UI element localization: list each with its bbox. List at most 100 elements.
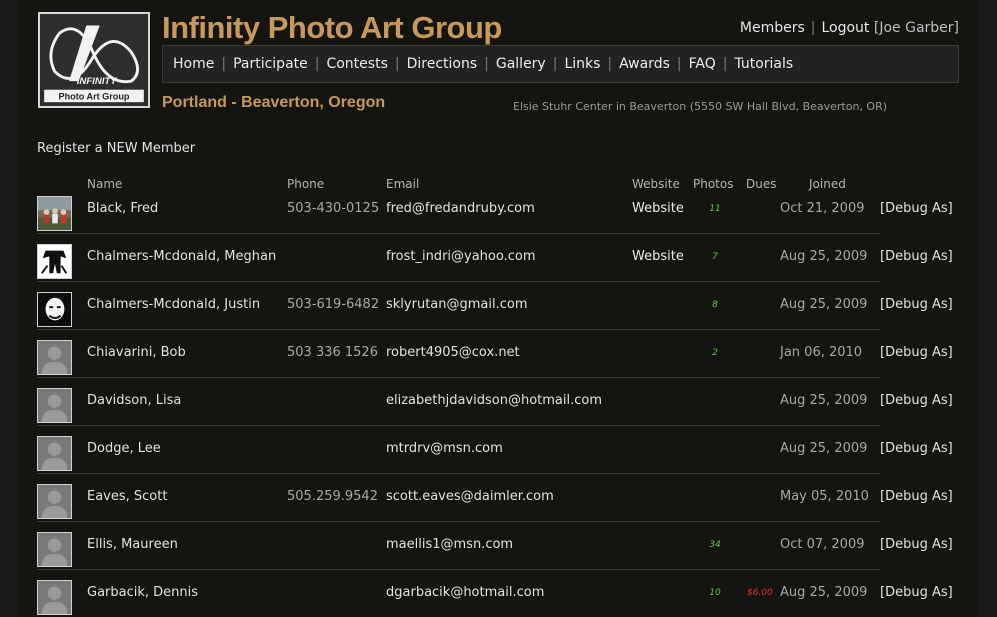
table-row: Black, Fred 503-430-0125 fred@fredandrub… — [37, 186, 953, 234]
member-email[interactable]: elizabethjdavidson@hotmail.com — [386, 393, 602, 408]
photo-family-icon — [38, 197, 71, 230]
nav-home[interactable]: Home — [173, 56, 214, 72]
member-email[interactable]: fred@fredandruby.com — [386, 201, 535, 216]
member-phone: 503-619-6482 — [287, 297, 380, 312]
member-avatar[interactable] — [37, 292, 72, 327]
member-avatar[interactable] — [37, 532, 72, 567]
nav-participate[interactable]: Participate — [233, 56, 308, 72]
debug-as-link[interactable]: [Debug As] — [880, 585, 953, 600]
member-joined-date: May 05, 2010 — [780, 489, 869, 504]
nav-separator: | — [484, 56, 489, 72]
location-heading: Portland - Beaverton, Oregon — [162, 94, 386, 111]
nav-contests[interactable]: Contests — [326, 56, 387, 72]
table-row: Eaves, Scott 505.259.9542 scott.eaves@da… — [37, 474, 953, 522]
default-avatar-icon — [38, 581, 71, 614]
svg-text:Photo Art Group: Photo Art Group — [59, 91, 130, 101]
debug-as-link[interactable]: [Debug As] — [880, 249, 953, 264]
table-row: Chalmers-Mcdonald, Justin 503-619-6482 s… — [37, 282, 953, 330]
member-photo-count[interactable]: 7 — [705, 252, 725, 262]
table-row: Dodge, Lee mtrdrv@msn.com Aug 25, 2009 [… — [37, 426, 953, 474]
table-row: Ellis, Maureen maellis1@msn.com 34 Oct 0… — [37, 522, 953, 570]
nav-separator: | — [552, 56, 558, 72]
member-name[interactable]: Dodge, Lee — [87, 441, 161, 456]
register-member-link[interactable]: Register a NEW Member — [37, 141, 195, 156]
logout-link[interactable]: Logout — [821, 20, 869, 36]
table-row: Garbacik, Dennis dgarbacik@hotmail.com 1… — [37, 570, 953, 617]
member-name[interactable]: Garbacik, Dennis — [87, 585, 198, 600]
member-photo-count[interactable]: 11 — [705, 204, 725, 214]
nav-separator: | — [722, 56, 728, 72]
nav-separator: | — [810, 20, 816, 36]
nav-faq[interactable]: FAQ — [689, 56, 716, 72]
nav-gallery[interactable]: Gallery — [496, 56, 546, 72]
table-row: Chiavarini, Bob 503 336 1526 robert4905@… — [37, 330, 953, 378]
debug-as-link[interactable]: [Debug As] — [880, 489, 953, 504]
debug-as-link[interactable]: [Debug As] — [880, 537, 953, 552]
default-avatar-icon — [38, 389, 71, 422]
debug-as-link[interactable]: [Debug As] — [880, 345, 953, 360]
default-avatar-icon — [38, 485, 71, 518]
member-email[interactable]: scott.eaves@daimler.com — [386, 489, 554, 504]
nav-separator: | — [676, 56, 682, 72]
svg-text:INFINITY: INFINITY — [77, 76, 119, 87]
site-logo[interactable]: INFINITY Photo Art Group — [38, 12, 150, 108]
member-avatar[interactable] — [37, 436, 72, 471]
debug-as-link[interactable]: [Debug As] — [880, 297, 953, 312]
member-email[interactable]: sklyrutan@gmail.com — [386, 297, 528, 312]
member-avatar[interactable] — [37, 196, 72, 231]
member-name[interactable]: Chalmers-Mcdonald, Justin — [87, 297, 260, 312]
member-photo-count[interactable]: 10 — [705, 588, 725, 598]
nav-awards[interactable]: Awards — [619, 56, 670, 72]
member-phone: 503-430-0125 — [287, 201, 380, 216]
member-dues: $6.00 — [747, 588, 773, 598]
infinity-logo-icon: INFINITY Photo Art Group — [40, 14, 148, 106]
nav-separator: | — [607, 56, 613, 72]
member-avatar[interactable] — [37, 244, 72, 279]
member-name[interactable]: Chiavarini, Bob — [87, 345, 186, 360]
member-joined-date: Aug 25, 2009 — [780, 249, 868, 264]
member-website-link[interactable]: Website — [632, 249, 684, 264]
member-avatar[interactable] — [37, 484, 72, 519]
member-email[interactable]: maellis1@msn.com — [386, 537, 513, 552]
member-photo-count[interactable]: 34 — [705, 540, 725, 550]
nav-tutorials[interactable]: Tutorials — [734, 56, 793, 72]
member-website-link[interactable]: Website — [632, 201, 684, 216]
member-email[interactable]: dgarbacik@hotmail.com — [386, 585, 544, 600]
member-name[interactable]: Eaves, Scott — [87, 489, 167, 504]
member-joined-date: Aug 25, 2009 — [780, 297, 868, 312]
members-link[interactable]: Members — [740, 20, 805, 36]
member-name[interactable]: Ellis, Maureen — [87, 537, 178, 552]
current-user-label: [Joe Garber] — [873, 20, 959, 36]
member-avatar[interactable] — [37, 388, 72, 423]
member-joined-date: Aug 25, 2009 — [780, 441, 868, 456]
member-phone: 505.259.9542 — [287, 489, 378, 504]
member-email[interactable]: mtrdrv@msn.com — [386, 441, 503, 456]
member-name[interactable]: Chalmers-Mcdonald, Meghan — [87, 249, 276, 264]
member-joined-date: Oct 21, 2009 — [780, 201, 865, 216]
member-photo-count[interactable]: 8 — [705, 300, 725, 310]
venue-address: Elsie Stuhr Center in Beaverton (5550 SW… — [513, 100, 888, 113]
nav-directions[interactable]: Directions — [407, 56, 478, 72]
page: INFINITY Photo Art Group Infinity Photo … — [17, 0, 979, 617]
photo-bw-face-icon — [38, 293, 71, 326]
member-joined-date: Aug 25, 2009 — [780, 393, 868, 408]
photo-bw-figure-icon — [38, 245, 71, 278]
member-name[interactable]: Davidson, Lisa — [87, 393, 181, 408]
default-avatar-icon — [38, 437, 71, 470]
default-avatar-icon — [38, 341, 71, 374]
member-joined-date: Oct 07, 2009 — [780, 537, 865, 552]
member-avatar[interactable] — [37, 580, 72, 615]
nav-links[interactable]: Links — [564, 56, 600, 72]
default-avatar-icon — [38, 533, 71, 566]
member-avatar[interactable] — [37, 340, 72, 375]
member-email[interactable]: frost_indri@yahoo.com — [386, 249, 536, 264]
user-nav: Members | Logout [Joe Garber] — [740, 20, 959, 36]
debug-as-link[interactable]: [Debug As] — [880, 441, 953, 456]
site-title[interactable]: Infinity Photo Art Group — [162, 10, 502, 46]
member-name[interactable]: Black, Fred — [87, 201, 158, 216]
debug-as-link[interactable]: [Debug As] — [880, 393, 953, 408]
member-email[interactable]: robert4905@cox.net — [386, 345, 520, 360]
member-joined-date: Aug 25, 2009 — [780, 585, 868, 600]
debug-as-link[interactable]: [Debug As] — [880, 201, 953, 216]
member-photo-count[interactable]: 2 — [705, 348, 725, 358]
